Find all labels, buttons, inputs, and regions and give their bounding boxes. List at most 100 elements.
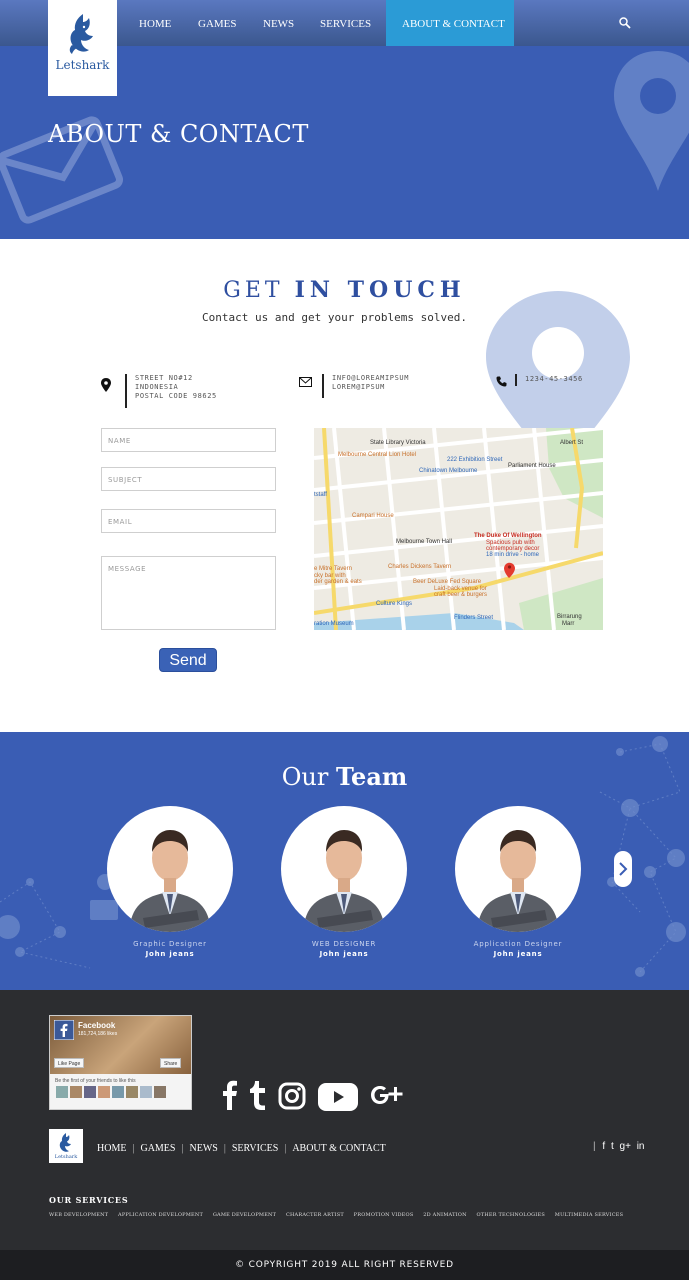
message-field[interactable]: MESSAGE: [101, 556, 276, 630]
small-google-plus-icon[interactable]: g+: [620, 1141, 631, 1152]
service-link[interactable]: OTHER TECHNOLOGIES: [476, 1212, 545, 1218]
brand-name: Letshark: [55, 58, 110, 72]
facebook-page-name: Facebook: [78, 1021, 116, 1030]
subject-field[interactable]: SUBJECT: [101, 467, 276, 491]
service-link[interactable]: APPLICATION DEVELOPMENT: [118, 1212, 203, 1218]
map-label-birrarung-2: Marr: [562, 621, 575, 627]
map-label-chinatown: Chinatown Melbourne: [419, 468, 478, 474]
map-label-beer: Beer DeLuxe Fed Square: [413, 579, 482, 585]
small-linkedin-icon[interactable]: in: [637, 1141, 645, 1152]
service-link[interactable]: MULTIMEDIA SERVICES: [555, 1212, 623, 1218]
google-plus-icon[interactable]: [369, 1082, 403, 1110]
map-label-charles: Charles Dickens Tavern: [388, 564, 452, 570]
team-member-card[interactable]: WEB DESIGNER John jeans: [281, 806, 407, 958]
envelope-icon: [299, 377, 312, 387]
carousel-next-button[interactable]: [614, 851, 632, 887]
address-line-1: STREET NO#12: [135, 374, 193, 382]
service-link[interactable]: CHARACTER ARTIST: [286, 1212, 344, 1218]
service-link[interactable]: 2D ANIMATION: [423, 1212, 466, 1218]
search-icon[interactable]: [618, 16, 632, 30]
brand-logo[interactable]: Letshark: [48, 0, 117, 96]
footer-nav-about-contact[interactable]: ABOUT & CONTACT: [292, 1143, 385, 1154]
map-pin-decoration-icon: [614, 51, 689, 191]
person-avatar-icon: [129, 830, 211, 932]
footer-small-social: | f t g+ in: [593, 1141, 645, 1152]
footer: Facebook 181,724,186 likes Like Page Sha…: [0, 990, 689, 1250]
small-tumblr-icon[interactable]: t: [611, 1141, 614, 1152]
member-name: John jeans: [319, 950, 369, 958]
map-label-culture: Culture Kings: [376, 601, 413, 607]
map-label-town-hall: Melbourne Town Hall: [396, 539, 452, 545]
copyright-bar: © COPYRIGHT 2019 ALL RIGHT RESERVED: [0, 1250, 689, 1280]
facebook-icon[interactable]: [222, 1080, 238, 1110]
footer-nav-home[interactable]: HOME: [97, 1143, 126, 1154]
map-label-birrarung: Birrarung: [557, 614, 582, 620]
service-link[interactable]: PROMOTION VIDEOS: [354, 1212, 414, 1218]
phone-icon: [496, 376, 507, 387]
facebook-like-page-button[interactable]: Like Page: [54, 1058, 85, 1068]
chevron-right-icon: [619, 862, 628, 876]
map-label-albert: Albert St: [560, 440, 584, 446]
title-light: GET: [223, 278, 284, 303]
nav-games[interactable]: GAMES: [198, 0, 237, 46]
section-title: GET IN TOUCH: [0, 277, 689, 303]
avatar: [455, 806, 581, 932]
map-label-spencer: tstaff: [314, 492, 327, 498]
nav-home[interactable]: HOME: [139, 0, 171, 46]
team-member-card[interactable]: Graphic Designer John jeans: [107, 806, 233, 958]
name-field[interactable]: NAME: [101, 428, 276, 452]
map-label-museum: ration Museum: [314, 621, 354, 627]
shark-logo-icon: [69, 14, 93, 54]
nav-about-contact[interactable]: ABOUT & CONTACT: [386, 0, 514, 46]
nav-services[interactable]: SERVICES: [320, 0, 371, 46]
send-button[interactable]: Send: [159, 648, 217, 672]
facebook-share-button[interactable]: Share: [160, 1058, 182, 1068]
map-label-parliament: Parliament House: [508, 463, 556, 469]
avatar: [107, 806, 233, 932]
map-label-exhibition: 222 Exhibition Street: [447, 457, 503, 463]
facebook-page-logo-icon: [54, 1020, 74, 1040]
services-list: WEB DEVELOPMENT APPLICATION DEVELOPMENT …: [49, 1212, 649, 1218]
tumblr-icon[interactable]: [249, 1080, 267, 1110]
footer-nav-news[interactable]: NEWS: [190, 1143, 218, 1154]
facebook-friends-avatars: [56, 1086, 166, 1098]
address-info: STREET NO#12 INDONESIA POSTAL CODE 98625: [101, 374, 217, 408]
person-avatar-icon: [303, 830, 385, 932]
member-name: John jeans: [145, 950, 195, 958]
youtube-icon[interactable]: [318, 1083, 358, 1111]
map-label-central-lion: Melbourne Central Lion Hotel: [338, 452, 417, 458]
team-title: Our Team: [0, 762, 689, 791]
footer-nav-services[interactable]: SERVICES: [232, 1143, 278, 1154]
phone-number[interactable]: 1234-45-3456: [525, 375, 583, 384]
facebook-page-widget[interactable]: Facebook 181,724,186 likes Like Page Sha…: [49, 1015, 192, 1110]
footer-logo[interactable]: Letshark: [49, 1129, 83, 1163]
map-label-flinders: Flinders Street: [454, 615, 494, 621]
map-label-duke: The Duke Of Wellington: [474, 533, 542, 539]
email-line-1[interactable]: INFO@LOREAMIPSUM: [332, 374, 409, 383]
section-subtitle: Contact us and get your problems solved.: [202, 311, 467, 324]
avatar: [281, 806, 407, 932]
address-line-2: INDONESIA: [135, 383, 179, 391]
shark-logo-icon: [59, 1133, 71, 1152]
footer-brand-name: Letshark: [54, 1154, 78, 1160]
email-line-2[interactable]: LOREM@IPSUM: [332, 383, 409, 392]
service-link[interactable]: WEB DEVELOPMENT: [49, 1212, 108, 1218]
title-bold: IN TOUCH: [294, 277, 466, 303]
footer-nav: HOME | GAMES | NEWS | SERVICES | ABOUT & CONTACT: [97, 1143, 386, 1154]
service-link[interactable]: GAME DEVELOPMENT: [213, 1212, 276, 1218]
map-label-beer-desc-2: craft beer & burgers: [434, 592, 488, 598]
email-field[interactable]: EMAIL: [101, 509, 276, 533]
small-facebook-icon[interactable]: f: [602, 1141, 605, 1152]
nav-news[interactable]: NEWS: [263, 0, 294, 46]
member-name: John jeans: [493, 950, 543, 958]
page-title: ABOUT & CONTACT: [48, 120, 309, 148]
contact-section: GET IN TOUCH Contact us and get your pro…: [0, 239, 689, 732]
phone-info: 1234-45-3456: [496, 374, 583, 387]
instagram-icon[interactable]: [278, 1082, 306, 1110]
footer-nav-games[interactable]: GAMES: [140, 1143, 175, 1154]
services-title: OUR SERVICES: [49, 1195, 129, 1205]
member-role: Graphic Designer: [133, 940, 207, 948]
team-member-card[interactable]: Application Designer John jeans: [455, 806, 581, 958]
person-avatar-icon: [477, 830, 559, 932]
location-map[interactable]: State Library Victoria Melbourne Central…: [314, 428, 603, 630]
